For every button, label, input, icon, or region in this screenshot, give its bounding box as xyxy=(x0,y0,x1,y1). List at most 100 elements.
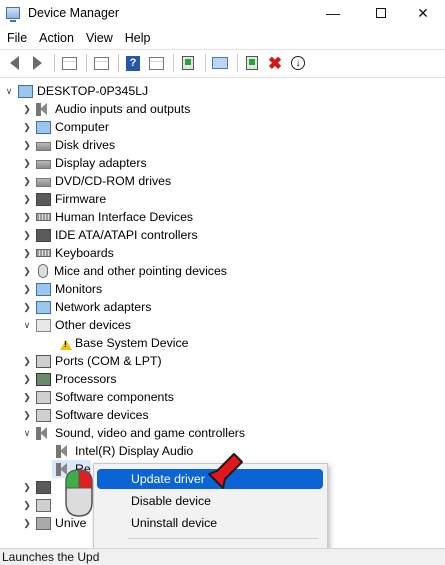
device-manager-icon xyxy=(6,7,20,22)
menu-view[interactable]: View xyxy=(80,28,119,48)
tree-item-processors[interactable]: ❯ Processors xyxy=(22,370,117,388)
help-icon: ? xyxy=(126,55,140,71)
tree-item-display-adapters[interactable]: ❯ Display adapters xyxy=(22,154,146,172)
software-icon xyxy=(36,408,51,422)
back-arrow-icon xyxy=(9,56,19,70)
tree-item-other-devices[interactable]: ∨ Other devices xyxy=(22,316,131,334)
expand-chevron-icon[interactable]: ❯ xyxy=(22,136,32,154)
expand-chevron-icon[interactable]: ❯ xyxy=(22,280,32,298)
tree-item-disk-drives[interactable]: ❯ Disk drives xyxy=(22,136,115,154)
toolbar-separator xyxy=(118,54,119,72)
expand-chevron-icon[interactable]: ❯ xyxy=(22,514,32,532)
menu-action[interactable]: Action xyxy=(33,28,80,48)
tree-item-label: Sound, video and game controllers xyxy=(55,426,246,440)
expand-chevron-icon[interactable]: ❯ xyxy=(22,154,32,172)
red-pointer-arrow-icon xyxy=(208,453,243,489)
toolbar: ? ✖ ↓ xyxy=(0,51,445,75)
expand-chevron-icon[interactable]: ❯ xyxy=(22,208,32,226)
disable-device-button[interactable]: ↓ xyxy=(288,53,308,73)
help-button[interactable]: ? xyxy=(123,53,143,73)
show-hide-console-tree-button[interactable] xyxy=(59,53,79,73)
tree-item-ports[interactable]: ❯ Ports (COM & LPT) xyxy=(22,352,162,370)
red-x-icon: ✖ xyxy=(267,53,283,73)
maximize-button[interactable] xyxy=(358,0,404,26)
tree-item-firmware[interactable]: ❯ Firmware xyxy=(22,190,106,208)
forward-arrow-icon xyxy=(32,56,42,70)
tree-item-monitors[interactable]: ❯ Monitors xyxy=(22,280,102,298)
tree-item-label: Keyboards xyxy=(55,246,114,260)
menu-file[interactable]: File xyxy=(0,28,33,48)
expand-chevron-icon[interactable]: ❯ xyxy=(22,100,32,118)
tree-item-base-system-device[interactable]: Base System Device xyxy=(52,334,188,352)
expand-chevron-icon[interactable]: ❯ xyxy=(22,496,32,514)
tree-item-keyboards[interactable]: ❯ Keyboards xyxy=(22,244,114,262)
expand-chevron-icon[interactable]: ❯ xyxy=(22,262,32,280)
expand-chevron-icon[interactable]: ❯ xyxy=(22,118,32,136)
update-driver-toolbar-button[interactable] xyxy=(178,53,198,73)
expand-chevron-icon[interactable]: ❯ xyxy=(22,244,32,262)
expand-chevron-icon[interactable]: ❯ xyxy=(22,226,32,244)
update-driver-icon xyxy=(182,56,194,70)
speaker-icon xyxy=(56,444,71,458)
close-button[interactable]: ✕ xyxy=(400,0,445,26)
menu-help[interactable]: Help xyxy=(119,28,157,48)
collapse-chevron-icon[interactable]: ∨ xyxy=(4,82,14,100)
uninstall-device-button[interactable]: ✖ xyxy=(265,53,285,73)
tree-item-label: Processors xyxy=(55,372,117,386)
tree-item-hidden-1[interactable]: ❯ xyxy=(22,478,55,496)
tree-item-hid[interactable]: ❯ Human Interface Devices xyxy=(22,208,193,226)
tree-item-software-devices[interactable]: ❯ Software devices xyxy=(22,406,149,424)
tree-item-computer[interactable]: ❯ Computer xyxy=(22,118,109,136)
enable-device-icon xyxy=(246,56,258,70)
speaker-icon xyxy=(36,426,51,440)
expand-chevron-icon[interactable]: ❯ xyxy=(22,370,32,388)
tree-item-label: Disk drives xyxy=(55,138,116,152)
tree-item-intel-display-audio[interactable]: Intel(R) Display Audio xyxy=(52,442,193,460)
uninstall-device-menu-item[interactable]: Uninstall device xyxy=(97,513,323,533)
tree-item-dvd[interactable]: ❯ DVD/CD-ROM drives xyxy=(22,172,171,190)
tree-item-network[interactable]: ❯ Network adapters xyxy=(22,298,151,316)
controller-icon xyxy=(36,228,51,242)
tree-item-software-components[interactable]: ❯ Software components xyxy=(22,388,174,406)
tree-item-label: Other devices xyxy=(55,318,131,332)
forward-button[interactable] xyxy=(27,53,47,73)
expand-chevron-icon[interactable]: ❯ xyxy=(22,388,32,406)
tree-item-audio[interactable]: ❯ Audio inputs and outputs xyxy=(22,100,190,118)
tree-item-mice[interactable]: ❯ Mice and other pointing devices xyxy=(22,262,227,280)
window-title: Device Manager xyxy=(28,6,120,20)
mouse-icon xyxy=(38,264,48,278)
expand-chevron-icon[interactable]: ❯ xyxy=(22,406,32,424)
monitor-icon xyxy=(36,282,51,296)
collapse-chevron-icon[interactable]: ∨ xyxy=(22,424,32,442)
scan-monitor-icon xyxy=(212,57,228,69)
tree-item-label: Ports (COM & LPT) xyxy=(55,354,162,368)
disable-device-menu-item[interactable]: Disable device xyxy=(97,491,323,511)
minimize-button[interactable]: — xyxy=(310,0,356,26)
console-tree-icon xyxy=(61,56,77,70)
action-pane-button[interactable] xyxy=(146,53,166,73)
tree-item-sound[interactable]: ∨ Sound, video and game controllers xyxy=(22,424,245,442)
scan-hardware-button[interactable] xyxy=(210,53,230,73)
tree-item-ide[interactable]: ❯ IDE ATA/ATAPI controllers xyxy=(22,226,197,244)
expand-chevron-icon[interactable]: ❯ xyxy=(22,298,32,316)
properties-button[interactable] xyxy=(91,53,111,73)
dvd-drive-icon xyxy=(36,177,51,187)
tree-root[interactable]: ∨ DESKTOP-0P345LJ xyxy=(4,82,148,100)
collapse-chevron-icon[interactable]: ∨ xyxy=(22,316,32,334)
expand-chevron-icon[interactable]: ❯ xyxy=(22,478,32,496)
expand-chevron-icon[interactable]: ❯ xyxy=(22,352,32,370)
processor-icon xyxy=(36,372,51,386)
status-bar: Launches the Upd xyxy=(0,548,445,565)
enable-device-button[interactable] xyxy=(242,53,262,73)
tree-item-label: Network adapters xyxy=(55,300,152,314)
computer-root-icon xyxy=(18,84,33,98)
tree-item-label: Software devices xyxy=(55,408,149,422)
properties-icon xyxy=(93,56,109,70)
display-adapter-icon xyxy=(36,159,51,169)
expand-chevron-icon[interactable]: ❯ xyxy=(22,190,32,208)
network-icon xyxy=(36,300,51,314)
tree-item-hidden-2[interactable]: ❯ xyxy=(22,496,55,514)
back-button[interactable] xyxy=(4,53,24,73)
expand-chevron-icon[interactable]: ❯ xyxy=(22,172,32,190)
chip-icon xyxy=(36,192,51,206)
